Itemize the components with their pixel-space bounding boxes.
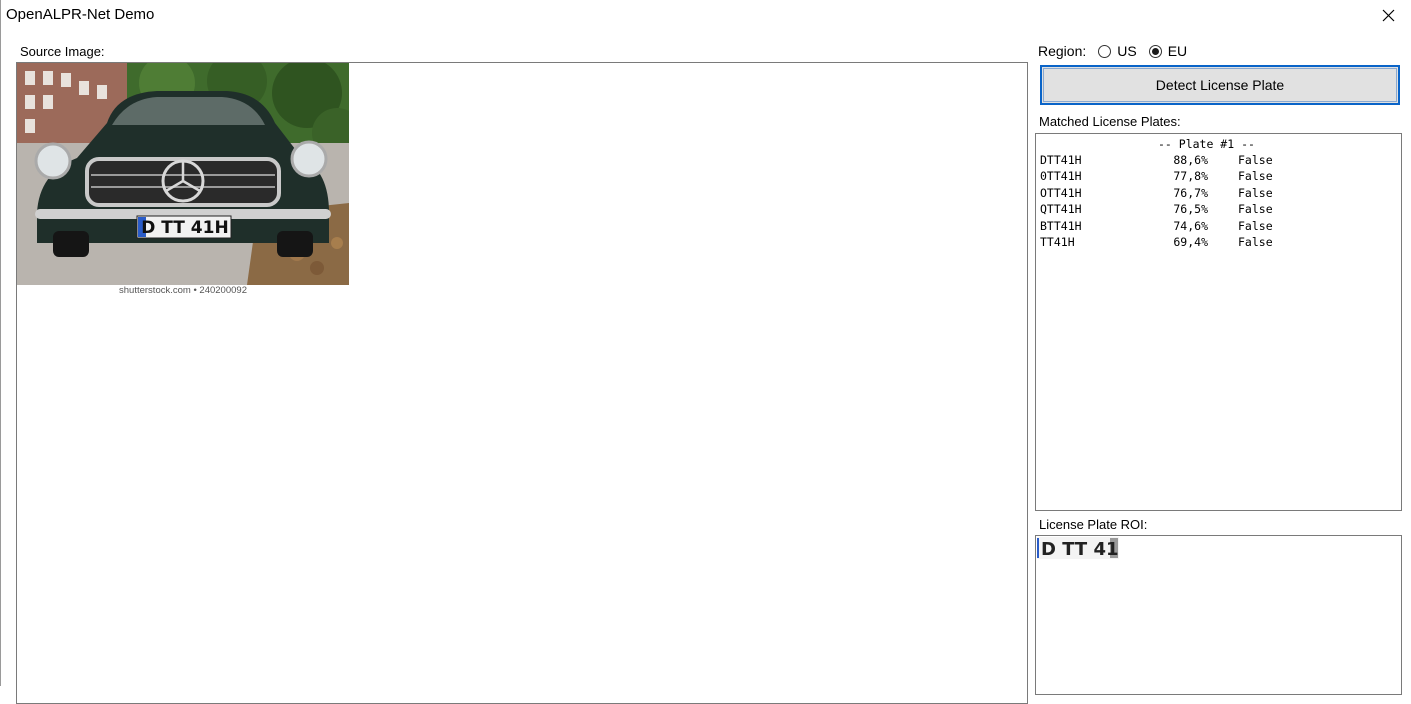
- window-title: OpenALPR-Net Demo: [6, 6, 155, 23]
- source-image-panel: D TT 41H shutterstock.com • 240200092: [16, 62, 1028, 704]
- car-photo: D TT 41H shutterstock.com • 240200092: [17, 63, 349, 299]
- plate-candidate: 0TT41H: [1040, 169, 1082, 184]
- matched-plates-label: Matched License Plates:: [1039, 114, 1181, 129]
- watermark-text: shutterstock.com • 240200092: [119, 285, 247, 296]
- close-icon: [1382, 9, 1394, 21]
- roi-plate-image: D TT 41H: [1037, 537, 1119, 559]
- radio-eu-label: EU: [1167, 43, 1188, 59]
- plate-confidence: 76,7%: [1173, 185, 1208, 200]
- plate-candidate: OTT41H: [1040, 185, 1082, 200]
- detect-license-plate-button[interactable]: Detect License Plate: [1040, 65, 1400, 105]
- radio-us[interactable]: [1098, 44, 1112, 58]
- region-label: Region:: [1038, 43, 1087, 59]
- plate-row: OTT41H 76,7% False: [1040, 185, 1401, 201]
- plate-candidate: TT41H: [1040, 235, 1075, 250]
- plate-row: BTT41H 74,6% False: [1040, 218, 1401, 234]
- roi-label: License Plate ROI:: [1039, 517, 1148, 532]
- roi-plate-text: D TT 41H: [1041, 539, 1119, 559]
- plate-match-flag: False: [1238, 153, 1273, 167]
- matched-plates-textbox[interactable]: -- Plate #1 -- DTT41H 88,6% False 0TT41H 77,…: [1035, 133, 1402, 511]
- plate-row: QTT41H 76,5% False: [1040, 201, 1401, 217]
- plate-match-flag: False: [1238, 235, 1273, 250]
- plate-match-flag: False: [1238, 202, 1273, 217]
- radio-eu[interactable]: [1148, 44, 1162, 58]
- window-edge: [0, 0, 1, 686]
- title-bar[interactable]: OpenALPR-Net Demo: [0, 0, 1411, 30]
- plate-row: 0TT41H 77,8% False: [1040, 168, 1401, 184]
- plate-candidate: BTT41H: [1040, 218, 1082, 233]
- plate-row: TT41H 69,4% False: [1040, 234, 1401, 250]
- radio-us-label: US: [1117, 43, 1137, 59]
- plate-confidence: 76,5%: [1173, 202, 1208, 217]
- source-image-label: Source Image:: [20, 44, 105, 59]
- plate-match-flag: False: [1238, 218, 1273, 233]
- region-option-eu[interactable]: EU: [1148, 43, 1188, 59]
- detect-button-label: Detect License Plate: [1155, 77, 1285, 93]
- plate-group-header: -- Plate #1 --: [1158, 137, 1255, 151]
- close-button[interactable]: [1365, 0, 1411, 30]
- plate-confidence: 69,4%: [1173, 235, 1208, 250]
- plate-confidence: 74,6%: [1173, 218, 1208, 233]
- plate-confidence: 88,6%: [1173, 153, 1208, 167]
- car-photo-image: D TT 41H: [17, 63, 349, 285]
- plate-text: D TT 41H: [141, 218, 228, 238]
- plate-row: DTT41H 88,6% False: [1040, 152, 1401, 168]
- region-selector: Region: US EU: [1038, 41, 1187, 61]
- plate-candidate: QTT41H: [1040, 202, 1082, 217]
- region-option-us[interactable]: US: [1098, 43, 1137, 59]
- app-window: OpenALPR-Net Demo Source Image: D TT 41H…: [0, 0, 1411, 704]
- plate-list: DTT41H 88,6% False 0TT41H 77,8% False OTT41H 76…: [1040, 152, 1401, 250]
- roi-image-panel: D TT 41H: [1035, 535, 1402, 695]
- plate-confidence: 77,8%: [1173, 169, 1208, 184]
- plate-match-flag: False: [1238, 169, 1273, 184]
- plate-match-flag: False: [1238, 185, 1273, 200]
- plate-candidate: DTT41H: [1040, 153, 1082, 167]
